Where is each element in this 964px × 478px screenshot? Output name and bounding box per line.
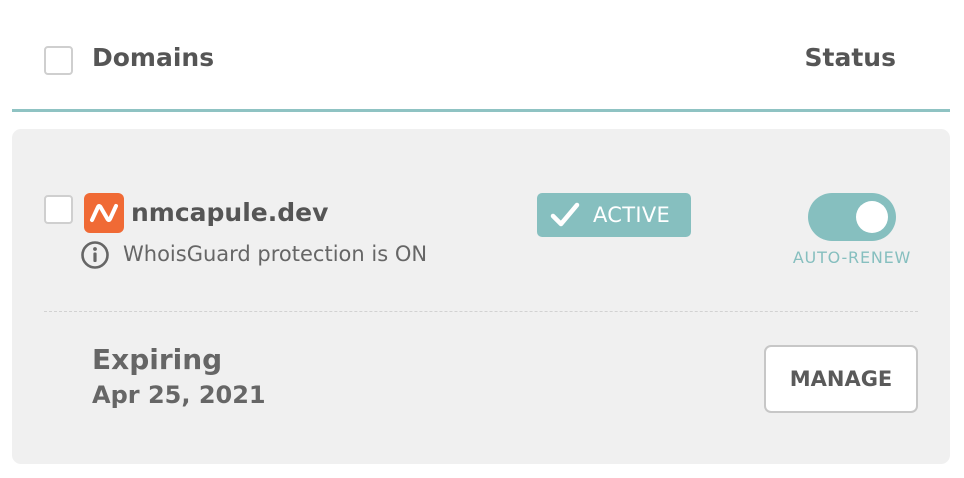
status-badge: ACTIVE: [537, 193, 691, 237]
manage-button[interactable]: MANAGE: [764, 345, 918, 413]
domains-column-header: Domains: [92, 43, 215, 72]
domain-card: nmcapule.dev WhoisGuard protection is ON…: [12, 129, 950, 464]
status-badge-label: ACTIVE: [593, 203, 671, 227]
namecheap-logo-icon: [84, 193, 124, 233]
check-icon: [550, 202, 580, 227]
card-divider: [44, 311, 918, 312]
whoisguard-status-text: WhoisGuard protection is ON: [123, 242, 428, 266]
list-header: Domains Status: [12, 0, 950, 112]
toggle-knob: [856, 201, 888, 233]
status-column-header: Status: [804, 43, 896, 72]
domain-select-checkbox[interactable]: [44, 195, 73, 224]
select-all-checkbox[interactable]: [44, 46, 73, 75]
auto-renew-toggle[interactable]: [808, 193, 896, 241]
expiring-date: Apr 25, 2021: [92, 381, 266, 409]
expiring-label: Expiring: [92, 343, 223, 376]
info-icon: [80, 240, 110, 270]
auto-renew-label: AUTO-RENEW: [792, 248, 912, 267]
domain-name-link[interactable]: nmcapule.dev: [131, 198, 328, 227]
domain-list-page: Domains Status nmcapule.dev WhoisGuard p…: [0, 0, 964, 478]
